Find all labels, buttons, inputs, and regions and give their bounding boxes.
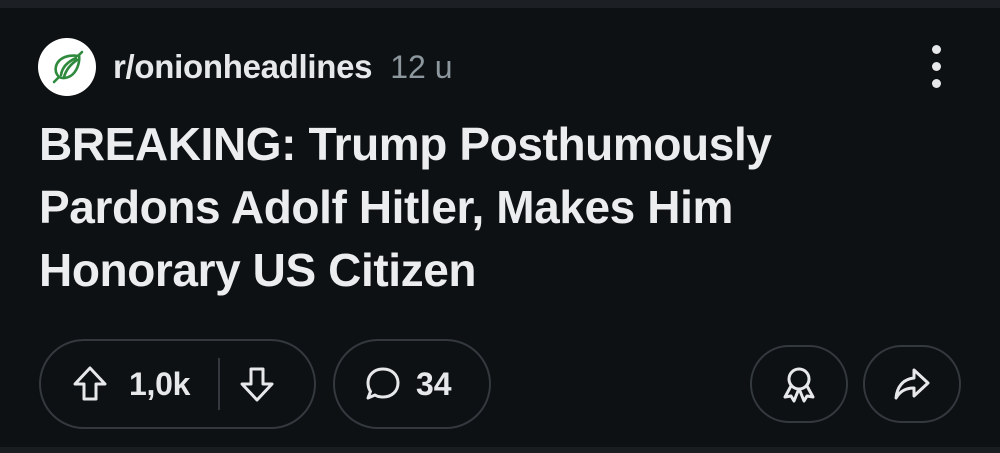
share-icon bbox=[894, 368, 930, 400]
onion-logo-icon bbox=[52, 50, 84, 84]
comments-button[interactable]: 34 bbox=[333, 339, 491, 429]
downvote-button[interactable] bbox=[236, 363, 278, 405]
upvote-arrow-icon bbox=[73, 366, 107, 401]
comment-count: 34 bbox=[416, 365, 452, 402]
post-title[interactable]: BREAKING: Trump Posthumously Pardons Ado… bbox=[39, 113, 879, 302]
more-options-button[interactable] bbox=[912, 40, 960, 92]
vote-bar: 1,0k bbox=[39, 339, 316, 429]
subreddit-name[interactable]: r/onionheadlines bbox=[113, 48, 373, 86]
bottom-divider bbox=[0, 447, 1000, 453]
more-options-icon bbox=[931, 44, 941, 54]
comment-bubble-icon bbox=[366, 367, 400, 400]
comment-icon-wrap bbox=[362, 363, 404, 405]
award-icon bbox=[783, 367, 815, 403]
more-options-dot bbox=[931, 61, 941, 71]
top-divider bbox=[0, 0, 1000, 8]
more-options-dot bbox=[931, 78, 941, 88]
subreddit-avatar[interactable] bbox=[38, 38, 96, 96]
post-timestamp: 12 u bbox=[390, 48, 453, 85]
post-header: r/onionheadlines 12 u bbox=[38, 38, 453, 96]
downvote-arrow-icon bbox=[240, 367, 274, 402]
vote-divider bbox=[218, 358, 221, 410]
upvote-button[interactable] bbox=[69, 363, 111, 405]
vote-score: 1,0k bbox=[129, 365, 191, 402]
post-card: r/onionheadlines 12 u BREAKING: Trump Po… bbox=[0, 0, 1000, 453]
share-button[interactable] bbox=[863, 345, 961, 423]
award-button[interactable] bbox=[750, 345, 848, 423]
